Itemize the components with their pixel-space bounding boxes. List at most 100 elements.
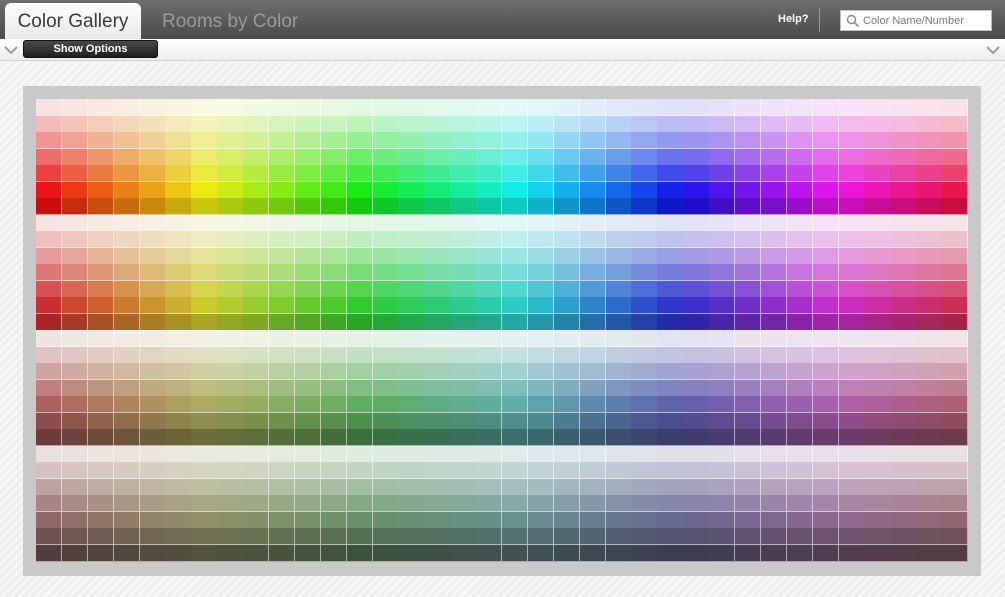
color-swatch[interactable] bbox=[243, 264, 270, 281]
color-swatch[interactable] bbox=[579, 379, 607, 397]
color-swatch[interactable] bbox=[579, 528, 607, 545]
color-swatch[interactable] bbox=[864, 363, 891, 380]
color-swatch[interactable] bbox=[864, 181, 891, 199]
color-swatch[interactable] bbox=[502, 132, 529, 149]
color-swatch[interactable] bbox=[320, 379, 348, 397]
color-swatch[interactable] bbox=[527, 181, 555, 199]
color-swatch[interactable] bbox=[191, 264, 218, 281]
color-swatch[interactable] bbox=[113, 478, 141, 496]
color-swatch[interactable] bbox=[631, 99, 658, 116]
color-swatch[interactable] bbox=[372, 132, 399, 149]
color-swatch[interactable] bbox=[87, 181, 115, 199]
color-swatch[interactable] bbox=[683, 412, 710, 430]
color-swatch[interactable] bbox=[838, 363, 865, 380]
color-swatch[interactable] bbox=[605, 247, 632, 265]
color-swatch[interactable] bbox=[502, 148, 529, 166]
color-swatch[interactable] bbox=[760, 181, 788, 199]
color-swatch[interactable] bbox=[113, 247, 141, 265]
color-swatch[interactable] bbox=[36, 363, 63, 380]
color-swatch[interactable] bbox=[709, 445, 736, 463]
color-swatch[interactable] bbox=[36, 544, 63, 562]
color-swatch[interactable] bbox=[398, 346, 425, 364]
color-swatch[interactable] bbox=[139, 478, 166, 496]
color-swatch[interactable] bbox=[760, 462, 788, 479]
color-swatch[interactable] bbox=[398, 412, 425, 430]
color-swatch[interactable] bbox=[579, 165, 607, 182]
color-swatch[interactable] bbox=[320, 478, 348, 496]
color-swatch[interactable] bbox=[61, 264, 89, 281]
color-swatch[interactable] bbox=[812, 198, 840, 215]
color-swatch[interactable] bbox=[838, 396, 865, 413]
color-swatch[interactable] bbox=[346, 132, 374, 149]
color-swatch[interactable] bbox=[942, 297, 969, 314]
color-swatch[interactable] bbox=[916, 99, 943, 116]
color-swatch[interactable] bbox=[372, 379, 399, 397]
color-swatch[interactable] bbox=[605, 511, 632, 529]
color-swatch[interactable] bbox=[864, 297, 891, 314]
color-swatch[interactable] bbox=[346, 396, 374, 413]
color-swatch[interactable] bbox=[476, 396, 503, 413]
color-swatch[interactable] bbox=[838, 231, 865, 248]
color-swatch[interactable] bbox=[424, 544, 451, 562]
color-swatch[interactable] bbox=[139, 231, 166, 248]
color-swatch[interactable] bbox=[890, 363, 917, 380]
color-swatch[interactable] bbox=[36, 280, 63, 298]
color-swatch[interactable] bbox=[113, 511, 141, 529]
color-swatch[interactable] bbox=[346, 297, 374, 314]
color-swatch[interactable] bbox=[502, 330, 529, 347]
color-swatch[interactable] bbox=[424, 214, 451, 232]
color-swatch[interactable] bbox=[87, 346, 115, 364]
color-swatch[interactable] bbox=[527, 528, 555, 545]
color-swatch[interactable] bbox=[735, 511, 762, 529]
color-swatch[interactable] bbox=[709, 330, 736, 347]
color-swatch[interactable] bbox=[87, 363, 115, 380]
color-swatch[interactable] bbox=[760, 511, 788, 529]
color-swatch[interactable] bbox=[294, 132, 322, 149]
color-swatch[interactable] bbox=[372, 495, 399, 512]
color-swatch[interactable] bbox=[916, 346, 943, 364]
color-swatch[interactable] bbox=[864, 445, 891, 463]
color-swatch[interactable] bbox=[346, 313, 374, 331]
color-swatch[interactable] bbox=[36, 297, 63, 314]
color-swatch[interactable] bbox=[812, 412, 840, 430]
color-swatch[interactable] bbox=[502, 297, 529, 314]
color-swatch[interactable] bbox=[424, 495, 451, 512]
color-swatch[interactable] bbox=[864, 462, 891, 479]
color-swatch[interactable] bbox=[735, 264, 762, 281]
color-swatch[interactable] bbox=[735, 280, 762, 298]
color-swatch[interactable] bbox=[372, 396, 399, 413]
color-swatch[interactable] bbox=[113, 214, 141, 232]
color-swatch[interactable] bbox=[838, 346, 865, 364]
color-swatch[interactable] bbox=[760, 280, 788, 298]
color-swatch[interactable] bbox=[191, 115, 218, 133]
color-swatch[interactable] bbox=[320, 115, 348, 133]
color-swatch[interactable] bbox=[890, 379, 917, 397]
color-swatch[interactable] bbox=[139, 247, 166, 265]
color-swatch[interactable] bbox=[424, 462, 451, 479]
color-swatch[interactable] bbox=[191, 429, 218, 446]
color-swatch[interactable] bbox=[735, 528, 762, 545]
color-swatch[interactable] bbox=[527, 396, 555, 413]
color-swatch[interactable] bbox=[683, 181, 710, 199]
color-swatch[interactable] bbox=[398, 528, 425, 545]
color-swatch[interactable] bbox=[631, 313, 658, 331]
color-swatch[interactable] bbox=[942, 247, 969, 265]
color-swatch[interactable] bbox=[709, 363, 736, 380]
color-swatch[interactable] bbox=[709, 297, 736, 314]
color-swatch[interactable] bbox=[631, 495, 658, 512]
color-swatch[interactable] bbox=[786, 115, 814, 133]
color-swatch[interactable] bbox=[476, 148, 503, 166]
color-swatch[interactable] bbox=[139, 379, 166, 397]
color-swatch[interactable] bbox=[735, 115, 762, 133]
color-swatch[interactable] bbox=[476, 544, 503, 562]
color-swatch[interactable] bbox=[36, 412, 63, 430]
color-swatch[interactable] bbox=[165, 445, 192, 463]
color-swatch[interactable] bbox=[294, 99, 322, 116]
color-swatch[interactable] bbox=[217, 429, 244, 446]
color-swatch[interactable] bbox=[812, 396, 840, 413]
color-swatch[interactable] bbox=[217, 231, 244, 248]
color-swatch[interactable] bbox=[346, 462, 374, 479]
color-swatch[interactable] bbox=[864, 346, 891, 364]
color-swatch[interactable] bbox=[657, 429, 684, 446]
color-swatch[interactable] bbox=[346, 280, 374, 298]
